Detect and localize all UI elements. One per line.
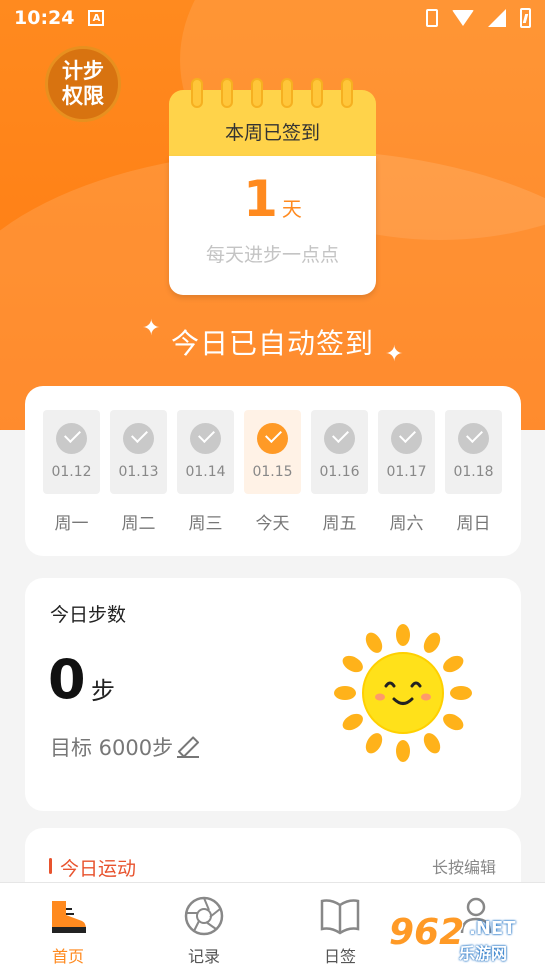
section-marker — [49, 858, 52, 874]
day-date: 01.17 — [386, 464, 427, 480]
check-icon — [257, 423, 288, 454]
calendar-ring — [221, 78, 233, 108]
day-date: 01.15 — [252, 464, 293, 480]
day-label: 周五 — [322, 514, 357, 534]
step-goal[interactable]: 目标 6000步 — [50, 732, 200, 762]
status-icons — [426, 8, 531, 28]
day-cell[interactable]: 01.14 — [177, 410, 234, 494]
sparkle-icon: ✦ — [385, 342, 404, 367]
today-exercise-card: 今日运动 长按编辑 — [25, 828, 521, 888]
day-label: 周六 — [389, 514, 424, 534]
shoe-icon — [52, 901, 86, 933]
auto-checkin-text: 今日已自动签到 — [170, 327, 374, 360]
nav-label: 记录 — [187, 947, 220, 966]
calendar-subtitle: 每天进步一点点 — [205, 244, 339, 266]
check-icon — [391, 423, 422, 454]
step-goal-text: 目标 6000步 — [50, 736, 174, 760]
calendar-ring — [251, 78, 263, 108]
day-label: 今天 — [255, 514, 290, 534]
hero-banner: 10:24 A 计步权限 本周已签到 1天 每天进步一点点 ✦ 今日已自动签到 … — [0, 0, 545, 430]
vibrate-icon — [426, 9, 438, 27]
calendar-ring — [341, 78, 353, 108]
calendar-ring — [311, 78, 323, 108]
steps-unit: 步 — [91, 677, 115, 705]
day-cell[interactable]: 01.13 — [110, 410, 167, 494]
step-permission-button[interactable]: 计步权限 — [45, 46, 121, 122]
day-label: 周三 — [188, 514, 223, 534]
calendar-ring — [281, 78, 293, 108]
calendar-title: 本周已签到 — [224, 122, 320, 144]
steps-count: 0 — [48, 648, 86, 711]
status-time: 10:24 — [14, 7, 75, 29]
exercise-title: 今日运动 — [60, 858, 137, 880]
day-cell-today[interactable]: 01.15 — [244, 410, 301, 494]
watermark-tagline: 乐游网 — [459, 944, 508, 963]
check-icon — [190, 423, 221, 454]
day-date: 01.16 — [319, 464, 360, 480]
calendar-body: 1天 每天进步一点点 — [169, 156, 376, 295]
nav-records[interactable]: 记录 — [154, 891, 254, 966]
day-cell[interactable]: 01.12 — [43, 410, 100, 494]
nav-label: 首页 — [51, 947, 84, 966]
nav-label: 日签 — [323, 947, 356, 966]
notification-icon: A — [88, 10, 105, 26]
weekly-checkin-calendar: 本周已签到 1天 每天进步一点点 — [169, 78, 376, 295]
calendar-ring — [191, 78, 203, 108]
status-bar: 10:24 A — [0, 0, 545, 36]
nav-home[interactable]: 首页 — [18, 891, 118, 966]
check-icon — [458, 423, 489, 454]
day-date: 01.12 — [51, 464, 92, 480]
checkin-days-unit: 天 — [281, 197, 302, 221]
watermark-domain: .NET — [469, 918, 516, 939]
edit-pencil-icon[interactable] — [177, 736, 200, 758]
check-icon — [123, 423, 154, 454]
day-label: 周二 — [121, 514, 156, 534]
day-cell[interactable]: 01.17 — [378, 410, 435, 494]
day-date: 01.18 — [453, 464, 494, 480]
long-press-edit-hint[interactable]: 长按编辑 — [432, 854, 496, 878]
today-steps-card: 今日步数 0 步 目标 6000步 — [25, 578, 521, 811]
week-checkin-card: 01.12 周一 01.13 周二 01.14 周三 01.15 今天 01.1… — [25, 386, 521, 556]
wifi-icon — [452, 10, 474, 26]
day-cell[interactable]: 01.16 — [311, 410, 368, 494]
book-icon — [320, 899, 360, 935]
checkin-days-count: 1 — [243, 170, 278, 228]
day-label: 周一 — [54, 514, 89, 534]
day-cell[interactable]: 01.18 — [445, 410, 502, 494]
steps-title: 今日步数 — [50, 604, 127, 626]
sun-icon — [334, 624, 472, 762]
nav-daily-sign[interactable]: 日签 — [290, 891, 390, 966]
checkin-days: 1天 — [169, 170, 376, 228]
check-icon — [56, 423, 87, 454]
watermark-brand: 962 — [389, 912, 465, 953]
watermark: 962 .NET 乐游网 — [389, 912, 539, 963]
day-date: 01.13 — [118, 464, 159, 480]
day-date: 01.14 — [185, 464, 226, 480]
aperture-icon — [184, 896, 224, 936]
cellular-icon — [488, 9, 506, 27]
battery-charging-icon — [520, 8, 531, 28]
check-icon — [324, 423, 355, 454]
day-label: 周日 — [456, 514, 491, 534]
